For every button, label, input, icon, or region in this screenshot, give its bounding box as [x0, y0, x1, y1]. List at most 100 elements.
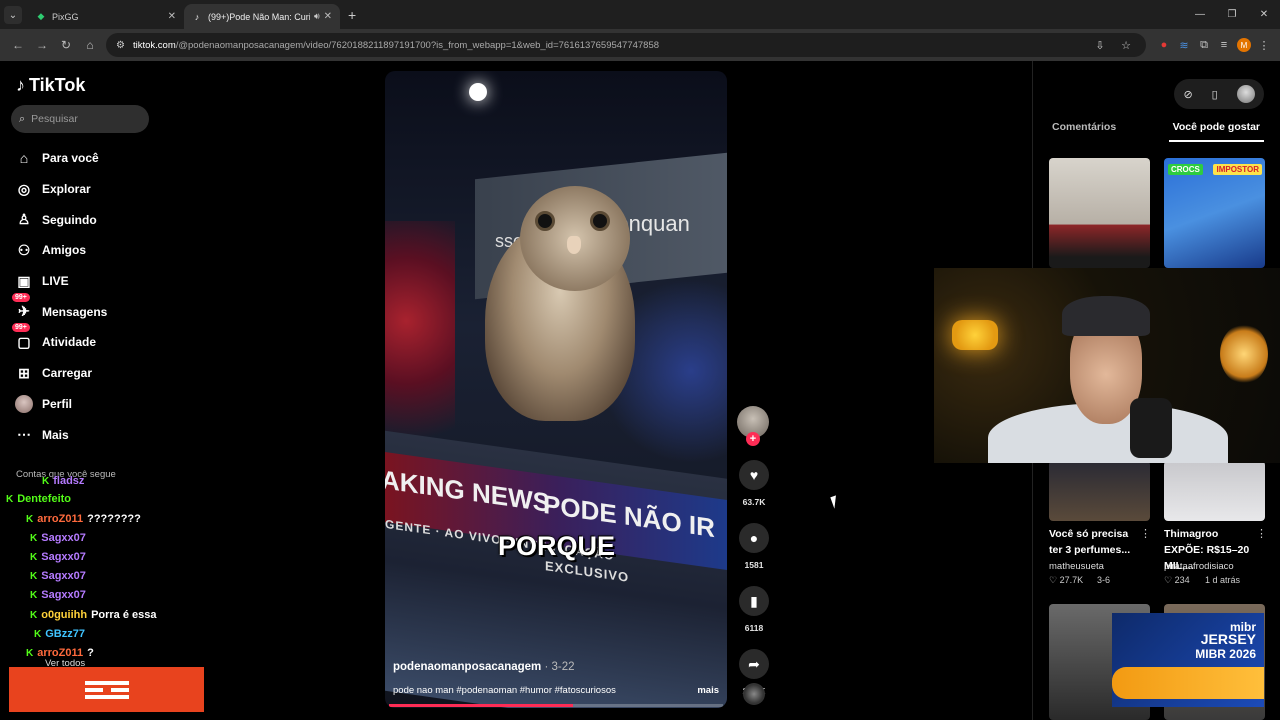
sidebar-item-amigos[interactable]: ⚇ Amigos	[14, 235, 174, 266]
profile-avatar[interactable]: M	[1234, 35, 1254, 55]
activity-badge: 99+	[12, 323, 30, 333]
compass-icon: ◎	[17, 180, 31, 197]
streamer-cap	[1062, 296, 1150, 336]
tab-suggested[interactable]: Você pode gostar	[1168, 119, 1264, 142]
sidebar-item-mensagens[interactable]: ✈ 99+ Mensagens	[12, 292, 174, 327]
close-tab-icon[interactable]: ✕	[168, 11, 176, 22]
search-input[interactable]: ⌕ Pesquisar	[11, 105, 149, 133]
tab-comments[interactable]: Comentários	[1048, 119, 1120, 142]
sidebar-item-live[interactable]: ▣ LIVE	[14, 266, 174, 297]
sidebar-item-atividade[interactable]: ▢ 99+ Atividade	[12, 323, 174, 358]
thumbnail-tag: CROCS	[1168, 164, 1203, 175]
tiktok-logo[interactable]: ♪ TikTok	[16, 75, 85, 96]
extensions-puzzle-icon[interactable]: ⧉	[1194, 35, 1214, 55]
reload-icon[interactable]: ↻	[54, 33, 78, 57]
chat-message: K Dentefeito	[6, 493, 71, 505]
more-button[interactable]: mais	[697, 685, 719, 696]
sidebar-item-perfil[interactable]: Perfil	[14, 389, 174, 420]
card-author[interactable]: pirataafrodisiaco	[1164, 561, 1234, 572]
sidebar-item-para-voce[interactable]: ⌂ Para você	[14, 143, 174, 174]
tab-tiktok[interactable]: ♪ (99+)Pode Não Man: Curio 🔊︎ ✕	[184, 4, 340, 29]
close-tab-icon[interactable]: ✕	[324, 11, 332, 22]
stream-overlay-logo	[9, 667, 204, 712]
video-progress-bar[interactable]	[389, 704, 723, 707]
install-app-icon[interactable]: ⇩	[1090, 35, 1110, 55]
sidebar-item-label: Perfil	[42, 396, 73, 411]
minimize-icon[interactable]: —	[1184, 0, 1216, 29]
card-author[interactable]: matheusueta	[1049, 561, 1104, 572]
author-name[interactable]: podenaomanposacanagem	[393, 661, 541, 673]
tab-search-button[interactable]: ⌄	[4, 6, 22, 24]
browser-menu-icon[interactable]: ⋮	[1254, 35, 1274, 55]
chat-message: K Sagxx07	[30, 532, 86, 544]
suggested-video-thumbnail[interactable]	[1049, 158, 1150, 268]
sponsor-graphic	[1112, 667, 1264, 699]
sidebar-item-carregar[interactable]: ⊞ Carregar	[14, 358, 174, 389]
suggested-video-thumbnail[interactable]	[1164, 461, 1265, 521]
extension-audio-icon[interactable]: ≋	[1174, 35, 1194, 55]
back-icon[interactable]: ←	[6, 33, 30, 57]
sidebar-item-explorar[interactable]: ◎ Explorar	[14, 174, 174, 205]
video-caption: PORQUE	[498, 531, 616, 561]
search-placeholder: Pesquisar	[31, 113, 78, 125]
kick-icon: K	[26, 647, 34, 659]
sidebar-item-mais[interactable]: ⋯ Mais	[14, 419, 174, 450]
url-path: /@podenaomanposacanagem/video/7620188211…	[175, 39, 660, 51]
kick-icon: K	[30, 589, 38, 601]
device-icon[interactable]: ▯	[1212, 88, 1218, 101]
comment-button[interactable]: ● 1581	[737, 523, 771, 570]
suggested-video-thumbnail[interactable]: CROCS IMPOSTOR	[1164, 158, 1265, 268]
sidebar-item-seguindo[interactable]: ♙ Seguindo	[14, 204, 174, 235]
address-bar: ← → ↻ ⌂ ⚙ tiktok.com /@podenaomanposacan…	[0, 29, 1280, 61]
owl-eye	[535, 211, 555, 231]
url-host: tiktok.com	[132, 39, 176, 51]
card-more-icon[interactable]: ⋮	[1140, 527, 1151, 540]
home-icon: ⌂	[19, 150, 29, 167]
tab-pixgg[interactable]: ◆ PixGG ✕	[28, 4, 184, 29]
new-tab-button[interactable]: +	[348, 7, 356, 23]
compass-icon[interactable]: ⊘	[1183, 88, 1192, 101]
extension-red-icon[interactable]: ●	[1154, 35, 1174, 55]
kick-icon: K	[26, 513, 34, 525]
forward-icon[interactable]: →	[30, 33, 54, 57]
chat-message: K GBzz77	[34, 628, 85, 640]
audio-playing-icon[interactable]: 🔊︎	[314, 11, 320, 22]
media-controls-icon[interactable]: ≡	[1214, 35, 1234, 55]
like-button[interactable]: ♥ 63.7K	[737, 460, 771, 507]
suggested-video-thumbnail[interactable]	[1049, 461, 1150, 521]
url-field[interactable]: ⚙ tiktok.com /@podenaomanposacanagem/vid…	[106, 33, 1146, 57]
video-player[interactable]: r enquan sso AKING NEWS PODE NÃO IR GENT…	[385, 71, 727, 708]
messages-badge: 99+	[12, 292, 30, 302]
restore-icon[interactable]: ❐	[1216, 0, 1248, 29]
owl-eye	[590, 211, 610, 231]
tab-title: PixGG	[52, 11, 79, 22]
chat-message: K Sagxx07	[30, 570, 86, 582]
right-panel-tabs: Comentários Você pode gostar	[1048, 119, 1264, 142]
save-button[interactable]: ▮ 6118	[737, 586, 771, 633]
kick-icon: K	[30, 551, 38, 563]
sponsor-line1: JERSEY	[1200, 631, 1256, 647]
card-likes: ♡ 27.7K	[1049, 575, 1084, 585]
kick-icon: K	[34, 628, 42, 640]
window-controls: — ❐ ✕	[1184, 0, 1280, 29]
streamer-webcam	[934, 268, 1280, 463]
close-window-icon[interactable]: ✕	[1248, 0, 1280, 29]
follow-plus-icon[interactable]: +	[746, 432, 760, 446]
chat-message: Kfladsz	[42, 475, 84, 487]
avatar[interactable]	[1236, 85, 1255, 103]
sidebar-item-label: Mensagens	[42, 304, 108, 319]
chat-user: arroZ011	[37, 513, 84, 525]
music-disc-icon[interactable]	[743, 683, 765, 705]
card-more-icon[interactable]: ⋮	[1256, 527, 1267, 540]
card-title[interactable]: Você só precisa ter 3 perfumes...	[1049, 526, 1141, 558]
author-avatar[interactable]: +	[737, 406, 769, 446]
upload-icon: ⊞	[18, 364, 30, 381]
sidebar-item-label: Seguindo	[42, 212, 97, 227]
home-icon[interactable]: ⌂	[78, 33, 102, 57]
video-author[interactable]: podenaomanposacanagem · 3-22	[393, 661, 719, 673]
site-info-icon[interactable]: ⚙	[116, 40, 125, 51]
card-likes: ♡ 234	[1164, 575, 1190, 585]
heart-icon: ♥	[739, 460, 769, 490]
bookmark-star-icon[interactable]: ☆	[1116, 35, 1136, 55]
sidebar-nav: ⌂ Para você ◎ Explorar ♙ Seguindo ⚇ Amigos ▣…	[12, 143, 174, 450]
